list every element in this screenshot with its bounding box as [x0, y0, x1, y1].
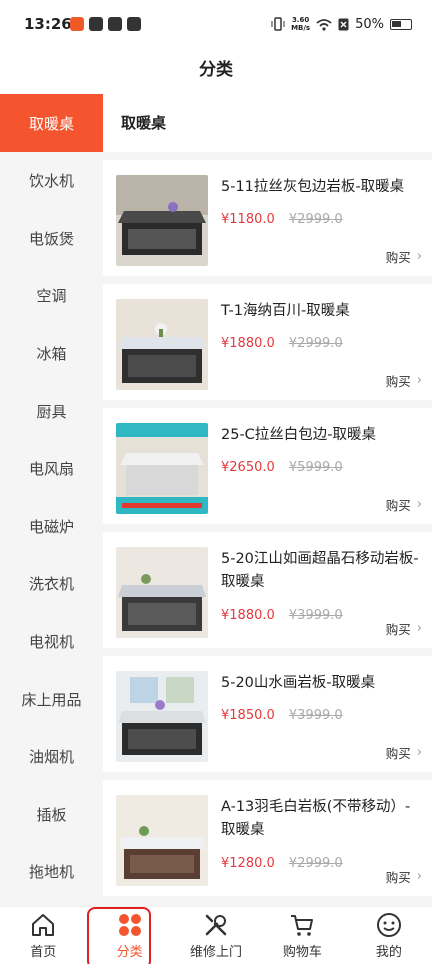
- product-image[interactable]: [116, 299, 208, 390]
- price-row: ¥1850.0 ¥3999.0: [221, 708, 343, 723]
- product-price: ¥1880.0: [221, 608, 275, 623]
- vibrate-icon: [271, 17, 285, 31]
- product-name: 5-11拉丝灰包边岩板-取暖桌: [221, 179, 405, 195]
- notification-icons: [70, 17, 141, 31]
- product-name: A-13羽毛白岩板(不带移动）-取暖桌: [221, 799, 411, 838]
- buy-button[interactable]: 购买 ›: [386, 371, 422, 390]
- buy-button[interactable]: 购买 ›: [386, 743, 422, 762]
- product-price: ¥1880.0: [221, 336, 275, 351]
- original-price: ¥2999.0: [288, 212, 343, 227]
- price-row: ¥1280.0 ¥2999.0: [221, 856, 343, 871]
- original-price: ¥3999.0: [288, 608, 343, 623]
- nav-label: 维修上门: [190, 945, 243, 960]
- nav-repair[interactable]: 维修上门: [173, 907, 259, 964]
- sidebar-item-rice-cooker[interactable]: 电饭煲: [0, 210, 103, 268]
- repair-tools-icon: [205, 914, 227, 936]
- price-row: ¥1180.0 ¥2999.0: [221, 212, 343, 227]
- buy-button[interactable]: 购买 ›: [386, 247, 422, 266]
- sim-disabled-icon: [338, 18, 349, 30]
- nav-label: 我的: [375, 945, 402, 960]
- product-panel: 取暖桌 5-11拉丝灰包边岩板-取暖桌 ¥1180.0 ¥2999.0 购买 › …: [103, 94, 432, 906]
- app-notification-icon: [70, 17, 84, 31]
- nav-category[interactable]: 分类: [86, 907, 172, 964]
- product-name: 25-C拉丝白包边-取暖桌: [221, 427, 377, 443]
- price-row: ¥1880.0 ¥2999.0: [221, 336, 343, 351]
- sidebar-item-mop[interactable]: 拖地机: [0, 843, 103, 901]
- chevron-right-icon: ›: [416, 745, 422, 760]
- sidebar-item-bedding[interactable]: 床上用品: [0, 670, 103, 728]
- product-name: 5-20山水画岩板-取暖桌: [221, 675, 376, 691]
- status-time: 13:26: [24, 15, 72, 33]
- profile-icon: [376, 913, 401, 937]
- chevron-right-icon: ›: [416, 249, 422, 264]
- product-image[interactable]: [116, 547, 208, 638]
- battery-percent: 50%: [355, 16, 384, 32]
- sidebar-item-television[interactable]: 电视机: [0, 613, 103, 671]
- sidebar-item-electric-fan[interactable]: 电风扇: [0, 440, 103, 498]
- nav-label: 分类: [116, 945, 143, 960]
- sidebar-item-power-strip[interactable]: 插板: [0, 786, 103, 844]
- product-image[interactable]: [116, 423, 208, 514]
- app-header: 分类: [0, 50, 432, 94]
- product-image[interactable]: [116, 795, 208, 886]
- battery-icon: [390, 18, 412, 30]
- product-price: ¥1850.0: [221, 708, 275, 723]
- bottom-nav: 首页 分类 维修上门 购物车 我的: [0, 906, 432, 964]
- product-price: ¥2650.0: [221, 460, 275, 475]
- product-card[interactable]: 5-20山水画岩板-取暖桌 ¥1850.0 ¥3999.0 购买 ›: [103, 656, 432, 772]
- nav-cart[interactable]: 购物车: [259, 907, 345, 964]
- nav-home[interactable]: 首页: [0, 907, 86, 964]
- original-price: ¥2999.0: [288, 336, 343, 351]
- status-indicators: 3.60 MB/s 50%: [271, 16, 412, 32]
- product-name: 5-20江山如画超晶石移动岩板-取暖桌: [221, 551, 419, 590]
- mail-notification-icon: [89, 17, 103, 31]
- chevron-right-icon: ›: [416, 497, 422, 512]
- chevron-right-icon: ›: [416, 621, 422, 636]
- product-card[interactable]: 5-20江山如画超晶石移动岩板-取暖桌 ¥1880.0 ¥3999.0 购买 ›: [103, 532, 432, 648]
- product-card[interactable]: A-13羽毛白岩板(不带移动）-取暖桌 ¥1280.0 ¥2999.0 购买 ›: [103, 780, 432, 896]
- category-sidebar: 取暖桌 饮水机 电饭煲 空调 冰箱 厨具 电风扇 电磁炉 洗衣机 电视机 床上用…: [0, 94, 103, 906]
- product-card[interactable]: 25-C拉丝白包边-取暖桌 ¥2650.0 ¥5999.0 购买 ›: [103, 408, 432, 524]
- home-icon: [32, 914, 55, 936]
- sync-notification-icon: [127, 17, 141, 31]
- sidebar-item-induction-cooker[interactable]: 电磁炉: [0, 498, 103, 556]
- sidebar-item-kitchenware[interactable]: 厨具: [0, 382, 103, 440]
- nav-label: 首页: [30, 945, 57, 960]
- cart-icon: [291, 915, 314, 936]
- price-row: ¥2650.0 ¥5999.0: [221, 460, 343, 475]
- product-list: 5-11拉丝灰包边岩板-取暖桌 ¥1180.0 ¥2999.0 购买 › T-1海…: [103, 160, 432, 904]
- sidebar-item-range-hood[interactable]: 油烟机: [0, 728, 103, 786]
- nav-label: 购物车: [282, 945, 322, 960]
- product-price: ¥1180.0: [221, 212, 275, 227]
- wifi-icon: [316, 18, 332, 31]
- sidebar-item-water-dispenser[interactable]: 饮水机: [0, 152, 103, 210]
- sidebar-item-refrigerator[interactable]: 冰箱: [0, 325, 103, 383]
- network-speed: 3.60 MB/s: [291, 16, 311, 32]
- chevron-right-icon: ›: [416, 373, 422, 388]
- product-image[interactable]: [116, 175, 208, 266]
- sidebar-item-air-conditioner[interactable]: 空调: [0, 267, 103, 325]
- nav-profile[interactable]: 我的: [346, 907, 432, 964]
- category-icon: [118, 914, 141, 936]
- original-price: ¥2999.0: [288, 856, 343, 871]
- buy-button[interactable]: 购买 ›: [386, 495, 422, 514]
- product-name: T-1海纳百川-取暖桌: [221, 303, 350, 319]
- sidebar-item-heating-table[interactable]: 取暖桌: [0, 94, 103, 152]
- product-image[interactable]: [116, 671, 208, 762]
- buy-button[interactable]: 购买 ›: [386, 867, 422, 886]
- original-price: ¥3999.0: [288, 708, 343, 723]
- product-card[interactable]: T-1海纳百川-取暖桌 ¥1880.0 ¥2999.0 购买 ›: [103, 284, 432, 400]
- chevron-right-icon: ›: [416, 869, 422, 884]
- product-price: ¥1280.0: [221, 856, 275, 871]
- sidebar-item-washing-machine[interactable]: 洗衣机: [0, 555, 103, 613]
- message-notification-icon: [108, 17, 122, 31]
- page-title: 分类: [199, 60, 233, 80]
- buy-button[interactable]: 购买 ›: [386, 619, 422, 638]
- original-price: ¥5999.0: [288, 460, 343, 475]
- price-row: ¥1880.0 ¥3999.0: [221, 608, 343, 623]
- product-card[interactable]: 5-11拉丝灰包边岩板-取暖桌 ¥1180.0 ¥2999.0 购买 ›: [103, 160, 432, 276]
- status-bar: 13:26 3.60 MB/s 50%: [0, 0, 432, 50]
- section-title: 取暖桌: [103, 94, 432, 152]
